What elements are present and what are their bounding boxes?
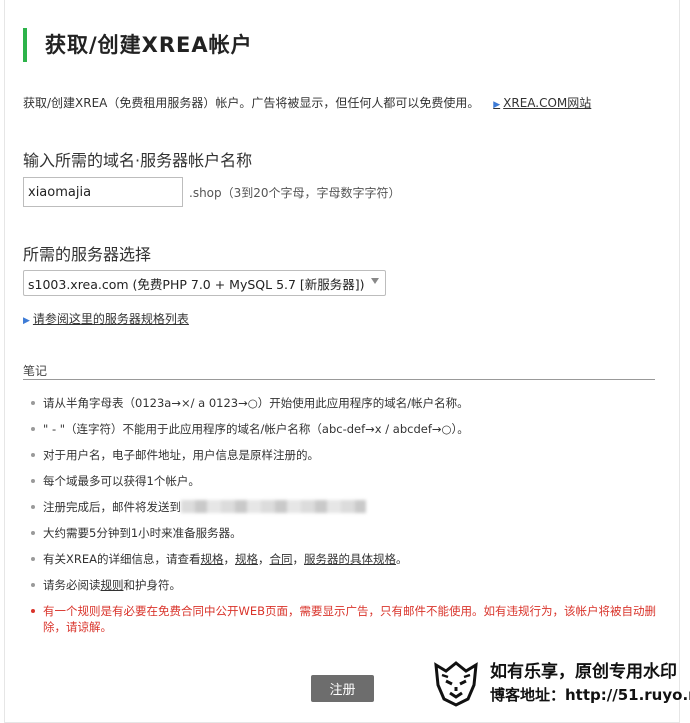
note-text: 请从半角字母表（0123a→×/ a 0123→○）开始使用此应用程序的域名/帐… — [43, 396, 469, 410]
separator: ， — [292, 552, 305, 566]
bullet-icon — [31, 557, 35, 561]
triangle-icon: ▶ — [23, 316, 30, 326]
list-item: 请从半角字母表（0123a→×/ a 0123→○）开始使用此应用程序的域名/帐… — [29, 395, 669, 411]
warning-text: 有一个规则是有必要在免费合同中公开WEB页面，需要显示广告，只有邮件不能使用。如… — [43, 604, 657, 634]
rules-link[interactable]: 规则 — [101, 578, 124, 592]
list-item: 每个域最多可以获得1个帐户。 — [29, 473, 669, 489]
note-text: 有关XREA的详细信息，请查看 — [43, 552, 201, 566]
xrea-site-link[interactable]: ▶ XREA.COM网站 — [493, 96, 591, 110]
note-text: 每个域最多可以获得1个帐户。 — [43, 474, 200, 488]
bullet-icon — [31, 531, 35, 535]
watermark-line2: 博客地址：http://51.ruyo.net — [490, 686, 690, 704]
server-select-value: s1003.xrea.com (免费PHP 7.0 + MySQL 5.7 [新… — [28, 276, 365, 292]
server-detail-link[interactable]: 服务器的具体规格 — [304, 552, 396, 566]
note-text: 。 — [396, 552, 408, 566]
list-item: 对于用户名，电子邮件地址，用户信息是原样注册的。 — [29, 447, 669, 463]
domain-section-label: 输入所需的域名·服务器帐户名称 — [23, 151, 253, 170]
spec-link-2[interactable]: 规格 — [235, 552, 258, 566]
signup-card: 获取/创建XREA帐户 获取/创建XREA（免费租用服务器）帐户。广告将被显示，… — [4, 0, 680, 723]
list-item: 注册完成后，邮件将发送到 — [29, 499, 669, 515]
bullet-icon — [31, 583, 35, 587]
server-spec-link[interactable]: ▶ 请参阅这里的服务器规格列表 — [23, 310, 189, 327]
divider — [23, 379, 655, 380]
contract-link[interactable]: 合同 — [270, 552, 293, 566]
separator: ， — [258, 552, 270, 566]
domain-suffix: .shop（3到20个字母，字母数字字符） — [189, 185, 401, 200]
account-name-input[interactable]: xiaomajia — [23, 177, 183, 207]
note-text: 注册完成后，邮件将发送到 — [43, 500, 181, 514]
bullet-icon — [31, 401, 35, 405]
server-section-label: 所需的服务器选择 — [23, 245, 152, 264]
notes-heading: 笔记 — [23, 364, 48, 378]
watermark: 如有乐享，原创专用水印 博客地址：http://51.ruyo.net — [428, 655, 690, 711]
note-text: 对于用户名，电子邮件地址，用户信息是原样注册的。 — [43, 448, 319, 462]
separator: ， — [223, 552, 236, 566]
bullet-icon — [31, 479, 35, 483]
warning-item: 有一个规则是有必要在免费合同中公开WEB页面，需要显示广告，只有邮件不能使用。如… — [29, 603, 669, 635]
redacted-email — [181, 500, 366, 513]
watermark-line1: 如有乐享，原创专用水印 — [490, 662, 677, 682]
bullet-icon — [31, 609, 35, 613]
note-text: 请务必阅读 — [43, 578, 101, 592]
list-item: 请务必阅读规则和护身符。 — [29, 577, 669, 593]
register-button[interactable]: 注册 — [311, 675, 374, 702]
bullet-icon — [31, 453, 35, 457]
note-text: 大约需要5分钟到1小时来准备服务器。 — [43, 526, 242, 540]
tiger-logo-icon — [434, 661, 478, 707]
spec-link-1[interactable]: 规格 — [201, 552, 224, 566]
intro-text: 获取/创建XREA（免费租用服务器）帐户。广告将被显示，但任何人都可以免费使用。 — [23, 96, 480, 110]
account-row: xiaomajia .shop（3到20个字母，字母数字字符） — [23, 177, 401, 207]
server-spec-link-label: 请参阅这里的服务器规格列表 — [32, 312, 189, 326]
triangle-icon: ▶ — [493, 100, 501, 110]
page-title: 获取/创建XREA帐户 — [45, 33, 253, 57]
list-item: " - "（连字符）不能用于此应用程序的域名/帐户名称（abc-def→x / … — [29, 421, 669, 437]
note-text: " - "（连字符）不能用于此应用程序的域名/帐户名称（abc-def→x / … — [43, 422, 469, 436]
notes-list: 请从半角字母表（0123a→×/ a 0123→○）开始使用此应用程序的域名/帐… — [29, 395, 669, 645]
intro: 获取/创建XREA（免费租用服务器）帐户。广告将被显示，但任何人都可以免费使用。… — [23, 94, 591, 111]
server-select[interactable]: s1003.xrea.com (免费PHP 7.0 + MySQL 5.7 [新… — [23, 270, 386, 296]
bullet-icon — [31, 505, 35, 509]
bullet-icon — [31, 427, 35, 431]
note-text: 和护身符。 — [123, 578, 182, 592]
list-item: 有关XREA的详细信息，请查看规格，规格，合同，服务器的具体规格。 — [29, 551, 669, 567]
title-block: 获取/创建XREA帐户 — [23, 28, 253, 62]
xrea-site-link-label: XREA.COM网站 — [503, 96, 592, 110]
list-item: 大约需要5分钟到1小时来准备服务器。 — [29, 525, 669, 541]
chevron-down-icon — [371, 278, 379, 284]
